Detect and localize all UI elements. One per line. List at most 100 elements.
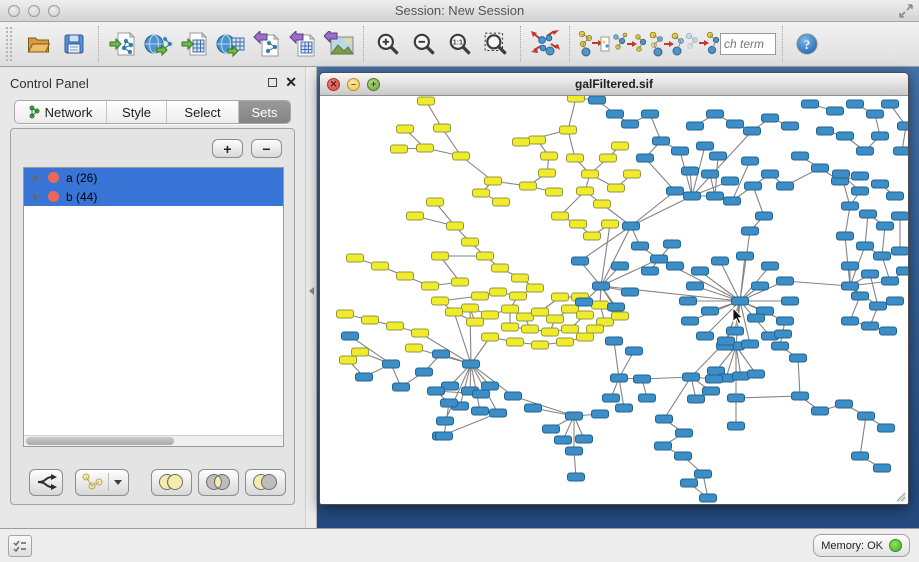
graph-node[interactable] — [790, 354, 807, 362]
graph-node[interactable] — [672, 147, 689, 155]
graph-node[interactable] — [683, 373, 700, 381]
graph-node[interactable] — [603, 394, 620, 402]
graph-node[interactable] — [592, 301, 609, 309]
graph-node[interactable] — [463, 360, 480, 368]
export-network-button[interactable] — [249, 25, 285, 63]
graph-node[interactable] — [748, 314, 765, 322]
graph-node[interactable] — [642, 267, 659, 275]
first-neighbors-button[interactable] — [648, 25, 684, 63]
graph-node[interactable] — [406, 344, 423, 352]
graph-node[interactable] — [748, 370, 765, 378]
graph-node[interactable] — [762, 114, 779, 122]
graph-node[interactable] — [492, 264, 509, 272]
graph-node[interactable] — [852, 452, 869, 460]
graph-node[interactable] — [612, 142, 629, 150]
graph-node[interactable] — [762, 262, 779, 270]
graph-node[interactable] — [418, 97, 435, 105]
graph-node[interactable] — [664, 240, 681, 248]
graph-node[interactable] — [812, 164, 829, 172]
graph-node[interactable] — [852, 187, 869, 195]
graph-node[interactable] — [539, 169, 556, 177]
graph-node[interactable] — [703, 387, 720, 395]
graph-node[interactable] — [702, 170, 719, 178]
graph-node[interactable] — [897, 267, 909, 275]
graph-node[interactable] — [507, 338, 524, 346]
save-session-button[interactable] — [56, 25, 92, 63]
graph-node[interactable] — [467, 318, 484, 326]
graph-node[interactable] — [777, 317, 794, 325]
graph-node[interactable] — [436, 432, 453, 440]
graph-node[interactable] — [532, 341, 549, 349]
set-difference-button[interactable] — [245, 469, 286, 496]
graph-node[interactable] — [407, 212, 424, 220]
graph-node[interactable] — [543, 425, 560, 433]
memory-status-button[interactable]: Memory: OK — [813, 534, 910, 557]
graph-node[interactable] — [707, 110, 724, 118]
graph-node[interactable] — [482, 382, 499, 390]
graph-node[interactable] — [593, 282, 610, 290]
list-item-set-a[interactable]: a (26) — [24, 168, 283, 187]
graph-node[interactable] — [737, 252, 754, 260]
import-network-web-button[interactable] — [141, 25, 177, 63]
graph-node[interactable] — [397, 272, 414, 280]
graph-node[interactable] — [372, 262, 389, 270]
graph-node[interactable] — [667, 262, 684, 270]
graph-node[interactable] — [529, 136, 546, 144]
graph-node[interactable] — [482, 333, 499, 341]
graph-node[interactable] — [877, 222, 894, 230]
graph-node[interactable] — [702, 307, 719, 315]
graph-node[interactable] — [612, 312, 629, 320]
graph-node[interactable] — [383, 360, 400, 368]
graph-node[interactable] — [568, 96, 585, 102]
graph-node[interactable] — [416, 368, 433, 376]
graph-node[interactable] — [485, 177, 502, 185]
graph-node[interactable] — [612, 262, 629, 270]
graph-node[interactable] — [872, 180, 889, 188]
graph-node[interactable] — [718, 337, 735, 345]
graph-node[interactable] — [833, 170, 850, 178]
graph-node[interactable] — [473, 189, 490, 197]
graph-node[interactable] — [836, 400, 853, 408]
graph-node[interactable] — [887, 192, 904, 200]
graph-node[interactable] — [397, 125, 414, 133]
graph-node[interactable] — [880, 327, 897, 335]
graph-node[interactable] — [827, 107, 844, 115]
graph-node[interactable] — [608, 303, 625, 311]
graph-node[interactable] — [857, 242, 874, 250]
graph-node[interactable] — [642, 110, 659, 118]
graph-node[interactable] — [434, 124, 451, 132]
graph-node[interactable] — [576, 435, 593, 443]
graph-node[interactable] — [391, 145, 408, 153]
graph-node[interactable] — [688, 395, 705, 403]
graph-node[interactable] — [762, 170, 779, 178]
graph-node[interactable] — [493, 198, 510, 206]
graph-node[interactable] — [437, 417, 454, 425]
graph-node[interactable] — [462, 304, 479, 312]
graph-node[interactable] — [695, 470, 712, 478]
graph-node[interactable] — [452, 278, 469, 286]
graph-node[interactable] — [502, 323, 519, 331]
graph-node[interactable] — [680, 297, 697, 305]
graph-node[interactable] — [874, 252, 891, 260]
graph-node[interactable] — [684, 192, 701, 200]
graph-node[interactable] — [860, 210, 877, 218]
graph-node[interactable] — [513, 138, 530, 146]
collapse-panel-icon[interactable] — [309, 287, 314, 295]
graph-node[interactable] — [744, 127, 761, 135]
graph-node[interactable] — [446, 308, 463, 316]
dropdown-caret-icon[interactable] — [114, 480, 122, 485]
graph-node[interactable] — [752, 282, 769, 290]
graph-node[interactable] — [587, 325, 604, 333]
graph-node[interactable] — [608, 184, 625, 192]
graph-node[interactable] — [433, 350, 450, 358]
graph-node[interactable] — [675, 452, 692, 460]
fullscreen-icon[interactable] — [899, 4, 913, 18]
graph-node[interactable] — [547, 315, 564, 323]
graph-node[interactable] — [862, 322, 879, 330]
graph-node[interactable] — [745, 182, 762, 190]
graph-node[interactable] — [852, 172, 869, 180]
split-pane-divider[interactable] — [305, 67, 317, 528]
graph-node[interactable] — [447, 222, 464, 230]
graph-node[interactable] — [582, 170, 599, 178]
graph-node[interactable] — [462, 238, 479, 246]
